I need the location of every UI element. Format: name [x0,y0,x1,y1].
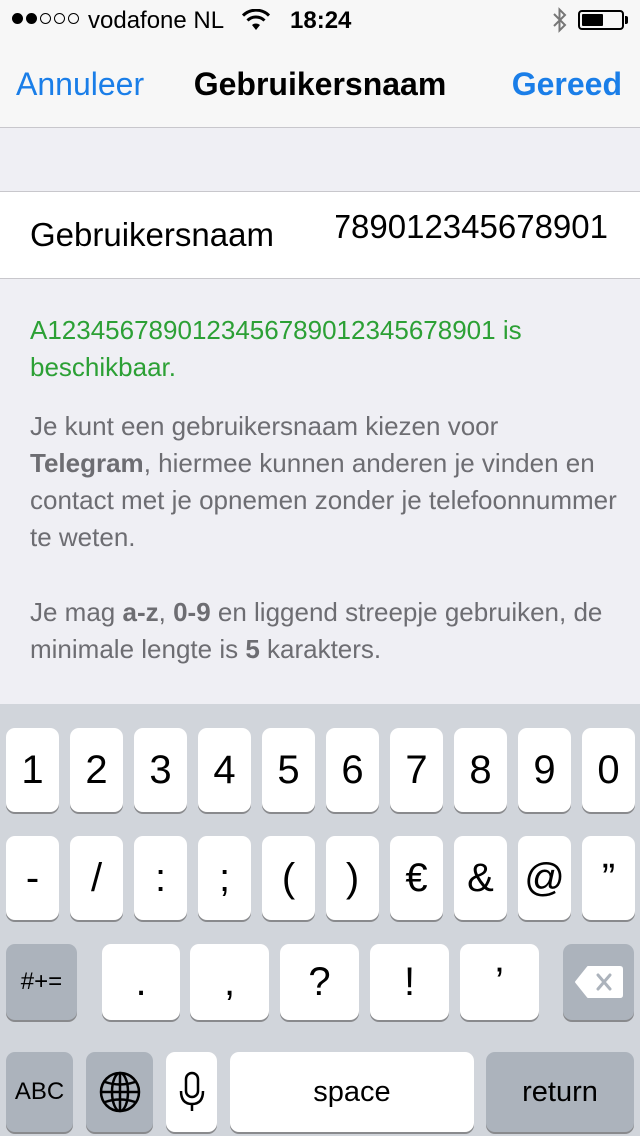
battery-tip [625,16,628,24]
key-exclamation[interactable]: ! [370,944,449,1020]
return-key[interactable]: return [486,1052,634,1132]
signal-strength-icon [12,13,79,24]
signal-dot [40,13,51,24]
carrier-name: vodafone NL [88,7,225,34]
key-4[interactable]: 4 [198,728,251,812]
globe-icon [99,1071,140,1113]
key-hyphen[interactable]: - [6,836,59,920]
username-cell: Gebruikersnaam 890123456789012345678901 [0,191,640,279]
key-open-paren[interactable]: ( [262,836,315,920]
signal-dot [54,13,65,24]
symbols-mode-key[interactable]: #+= [6,944,77,1020]
key-question[interactable]: ? [280,944,359,1020]
status-bar: vodafone NL 18:24 [0,0,640,40]
rules-part3: karakters. [259,634,382,664]
clock: 18:24 [290,7,352,34]
key-quote[interactable]: ” [582,836,635,920]
key-slash[interactable]: / [70,836,123,920]
rules-min-length: 5 [245,634,260,664]
username-input[interactable]: 890123456789012345678901 [336,208,608,264]
backspace-icon [574,966,623,998]
help-text: Je kunt een gebruikersnaam kiezen voor T… [30,408,620,556]
key-colon[interactable]: : [134,836,187,920]
wifi-icon [242,9,270,30]
key-period[interactable]: . [102,944,180,1020]
abc-key[interactable]: ABC [6,1052,73,1132]
rules-part1: Je mag [30,597,123,627]
space-key[interactable]: space [230,1052,474,1132]
signal-dot [12,13,23,24]
rules-sep: , [158,597,174,627]
signal-dot [68,13,79,24]
navigation-bar: Annuleer Gebruikersnaam Gereed [0,40,640,128]
key-6[interactable]: 6 [326,728,379,812]
key-apostrophe[interactable]: ’ [460,944,539,1020]
username-input-text: 890123456789012345678901 [336,208,608,245]
username-label: Gebruikersnaam [30,216,274,253]
battery-icon [578,10,624,30]
key-0[interactable]: 0 [582,728,635,812]
key-1[interactable]: 1 [6,728,59,812]
key-2[interactable]: 2 [70,728,123,812]
microphone-icon [179,1071,204,1111]
key-5[interactable]: 5 [262,728,315,812]
dictation-key[interactable] [166,1052,217,1132]
signal-dot [26,13,37,24]
keyboard: 1 2 3 4 5 6 7 8 9 0 - / : ; ( ) € & @ ” … [0,704,640,1136]
availability-message: A1234567890123456789012345678901 is besc… [30,315,522,382]
rules-chars-az: a-z [122,597,159,627]
globe-key[interactable] [86,1052,153,1132]
key-comma[interactable]: , [190,944,269,1020]
key-8[interactable]: 8 [454,728,507,812]
help-app-name: Telegram [30,448,144,478]
key-euro[interactable]: € [390,836,443,920]
key-ampersand[interactable]: & [454,836,507,920]
key-9[interactable]: 9 [518,728,571,812]
battery-level [582,14,603,26]
key-close-paren[interactable]: ) [326,836,379,920]
backspace-key[interactable] [563,944,634,1020]
bluetooth-icon [553,7,567,33]
key-at[interactable]: @ [518,836,571,920]
key-semicolon[interactable]: ; [198,836,251,920]
key-7[interactable]: 7 [390,728,443,812]
help-text-part1: Je kunt een gebruikersnaam kiezen voor [30,411,499,441]
rules-chars-09: 0-9 [173,597,211,627]
done-button[interactable]: Gereed [512,66,622,103]
rules-text: Je mag a-z, 0-9 en liggend streepje gebr… [30,594,620,668]
key-3[interactable]: 3 [134,728,187,812]
